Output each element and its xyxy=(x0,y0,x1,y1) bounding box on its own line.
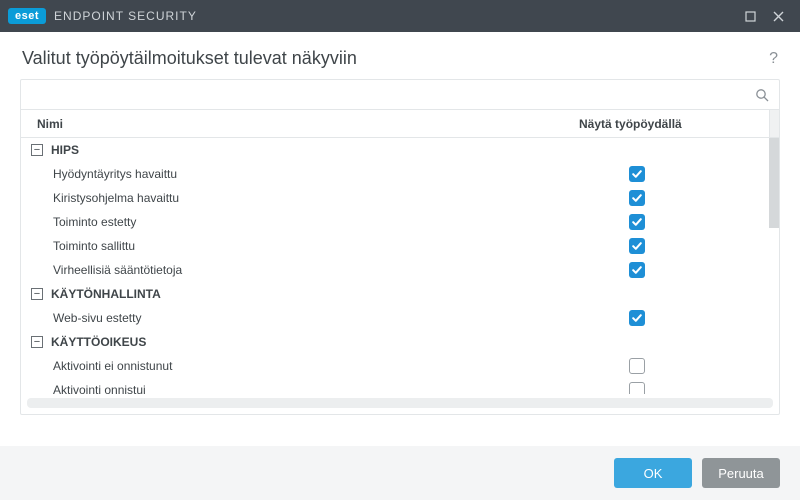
table-row: Hyödyntäyritys havaittu xyxy=(21,162,779,186)
table-row: Web-sivu estetty xyxy=(21,306,779,330)
settings-panel: Nimi Näytä työpöydällä −HIPSHyödyntäyrit… xyxy=(20,79,780,415)
row-label: Web-sivu estetty xyxy=(45,311,589,325)
table-body: −HIPSHyödyntäyritys havaittuKiristysohje… xyxy=(21,138,779,394)
collapse-icon[interactable]: − xyxy=(31,336,43,348)
group-label: KÄYTTÖOIKEUS xyxy=(43,335,589,349)
page-title: Valitut työpöytäilmoitukset tulevat näky… xyxy=(22,48,769,69)
row-label: Aktivointi ei onnistunut xyxy=(45,359,589,373)
show-on-desktop-checkbox[interactable] xyxy=(629,166,645,182)
table-row: Toiminto sallittu xyxy=(21,234,779,258)
window-close-button[interactable] xyxy=(764,2,792,30)
cancel-button[interactable]: Peruuta xyxy=(702,458,780,488)
collapse-icon[interactable]: − xyxy=(31,144,43,156)
help-icon[interactable]: ? xyxy=(769,50,778,68)
row-label: Toiminto estetty xyxy=(45,215,589,229)
group-label: HIPS xyxy=(43,143,589,157)
heading-row: Valitut työpöytäilmoitukset tulevat näky… xyxy=(0,32,800,79)
column-header-show: Näytä työpöydällä xyxy=(579,117,769,131)
row-label: Hyödyntäyritys havaittu xyxy=(45,167,589,181)
group-row: −KÄYTÖNHALLINTA xyxy=(21,282,779,306)
titlebar: eset ENDPOINT SECURITY xyxy=(0,0,800,32)
row-label: Aktivointi onnistui xyxy=(45,383,589,394)
group-label: KÄYTÖNHALLINTA xyxy=(43,287,589,301)
table-row: Aktivointi ei onnistunut xyxy=(21,354,779,378)
show-on-desktop-checkbox[interactable] xyxy=(629,310,645,326)
search-input[interactable] xyxy=(29,88,753,102)
show-on-desktop-checkbox[interactable] xyxy=(629,214,645,230)
window-maximize-button[interactable] xyxy=(736,2,764,30)
vertical-scrollbar-track[interactable] xyxy=(769,110,779,137)
footer: OK Peruuta xyxy=(0,446,800,500)
show-on-desktop-checkbox[interactable] xyxy=(629,262,645,278)
collapse-icon[interactable]: − xyxy=(31,288,43,300)
group-row: −KÄYTTÖOIKEUS xyxy=(21,330,779,354)
table-row: Virheellisiä sääntötietoja xyxy=(21,258,779,282)
show-on-desktop-checkbox[interactable] xyxy=(629,238,645,254)
horizontal-scrollbar[interactable] xyxy=(27,398,773,408)
brand-text: ENDPOINT SECURITY xyxy=(54,9,197,23)
show-on-desktop-checkbox[interactable] xyxy=(629,358,645,374)
table-header: Nimi Näytä työpöydällä xyxy=(21,110,779,138)
brand-badge: eset xyxy=(8,8,46,24)
row-label: Toiminto sallittu xyxy=(45,239,589,253)
row-label: Kiristysohjelma havaittu xyxy=(45,191,589,205)
column-header-name: Nimi xyxy=(21,117,579,131)
show-on-desktop-checkbox[interactable] xyxy=(629,382,645,394)
search-icon[interactable] xyxy=(753,86,771,104)
ok-button[interactable]: OK xyxy=(614,458,692,488)
vertical-scrollbar-thumb[interactable] xyxy=(769,138,779,228)
row-label: Virheellisiä sääntötietoja xyxy=(45,263,589,277)
search-row xyxy=(21,80,779,110)
show-on-desktop-checkbox[interactable] xyxy=(629,190,645,206)
table-row: Toiminto estetty xyxy=(21,210,779,234)
table-row: Kiristysohjelma havaittu xyxy=(21,186,779,210)
group-row: −HIPS xyxy=(21,138,779,162)
table-row: Aktivointi onnistui xyxy=(21,378,779,394)
